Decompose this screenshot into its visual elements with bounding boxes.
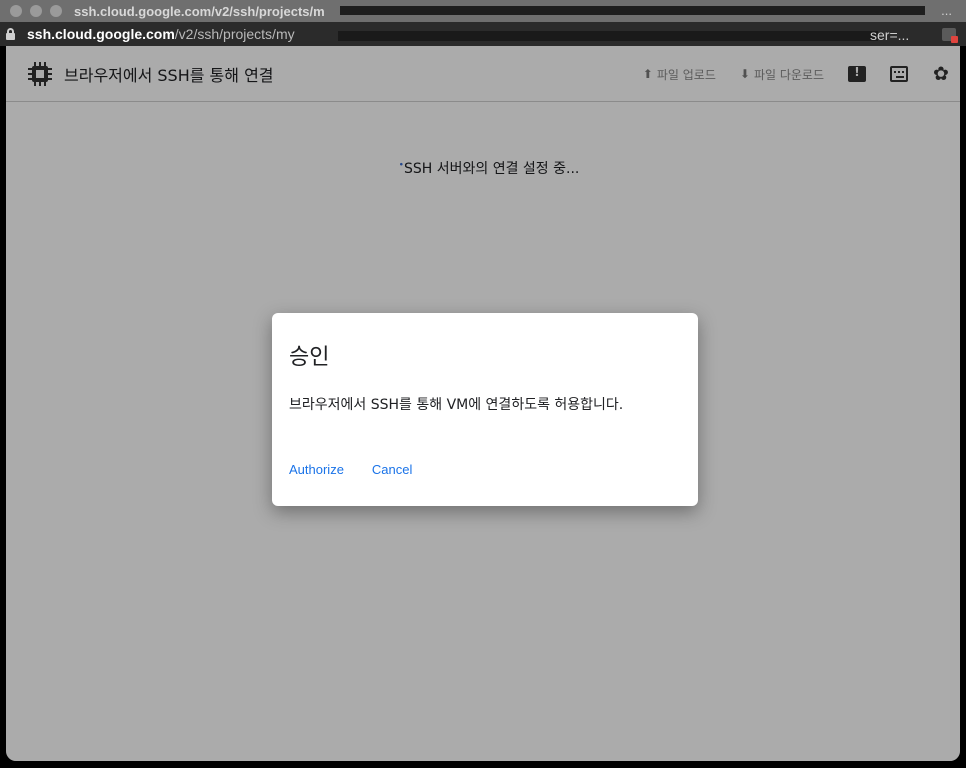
lock-icon (6, 28, 15, 40)
close-window-button[interactable] (10, 5, 22, 17)
url-host: ssh.cloud.google.com (27, 26, 175, 42)
url-text[interactable]: ssh.cloud.google.com/v2/ssh/projects/my (27, 26, 295, 42)
window-titlebar: ssh.cloud.google.com/v2/ssh/projects/m .… (0, 0, 966, 22)
extension-icon[interactable] (942, 28, 958, 43)
redacted-bar (338, 31, 878, 41)
redacted-bar (340, 6, 925, 15)
authorize-button[interactable]: Authorize (289, 462, 344, 477)
window-title: ssh.cloud.google.com/v2/ssh/projects/m (74, 3, 325, 19)
dialog-message: 브라우저에서 SSH를 통해 VM에 연결하도록 허용합니다. (289, 397, 624, 413)
authorize-dialog: 승인 브라우저에서 SSH를 통해 VM에 연결하도록 허용합니다. Autho… (272, 313, 698, 506)
cancel-button[interactable]: Cancel (372, 462, 412, 477)
minimize-window-button[interactable] (30, 5, 42, 17)
zoom-window-button[interactable] (50, 5, 62, 17)
dialog-title: 승인 (289, 345, 330, 370)
window-title-ellipsis: ... (941, 3, 952, 18)
dialog-actions: Authorize Cancel (289, 462, 412, 477)
window-controls[interactable] (10, 5, 62, 17)
url-tail: ser=... (870, 27, 910, 43)
url-path: /v2/ssh/projects/my (174, 26, 295, 42)
